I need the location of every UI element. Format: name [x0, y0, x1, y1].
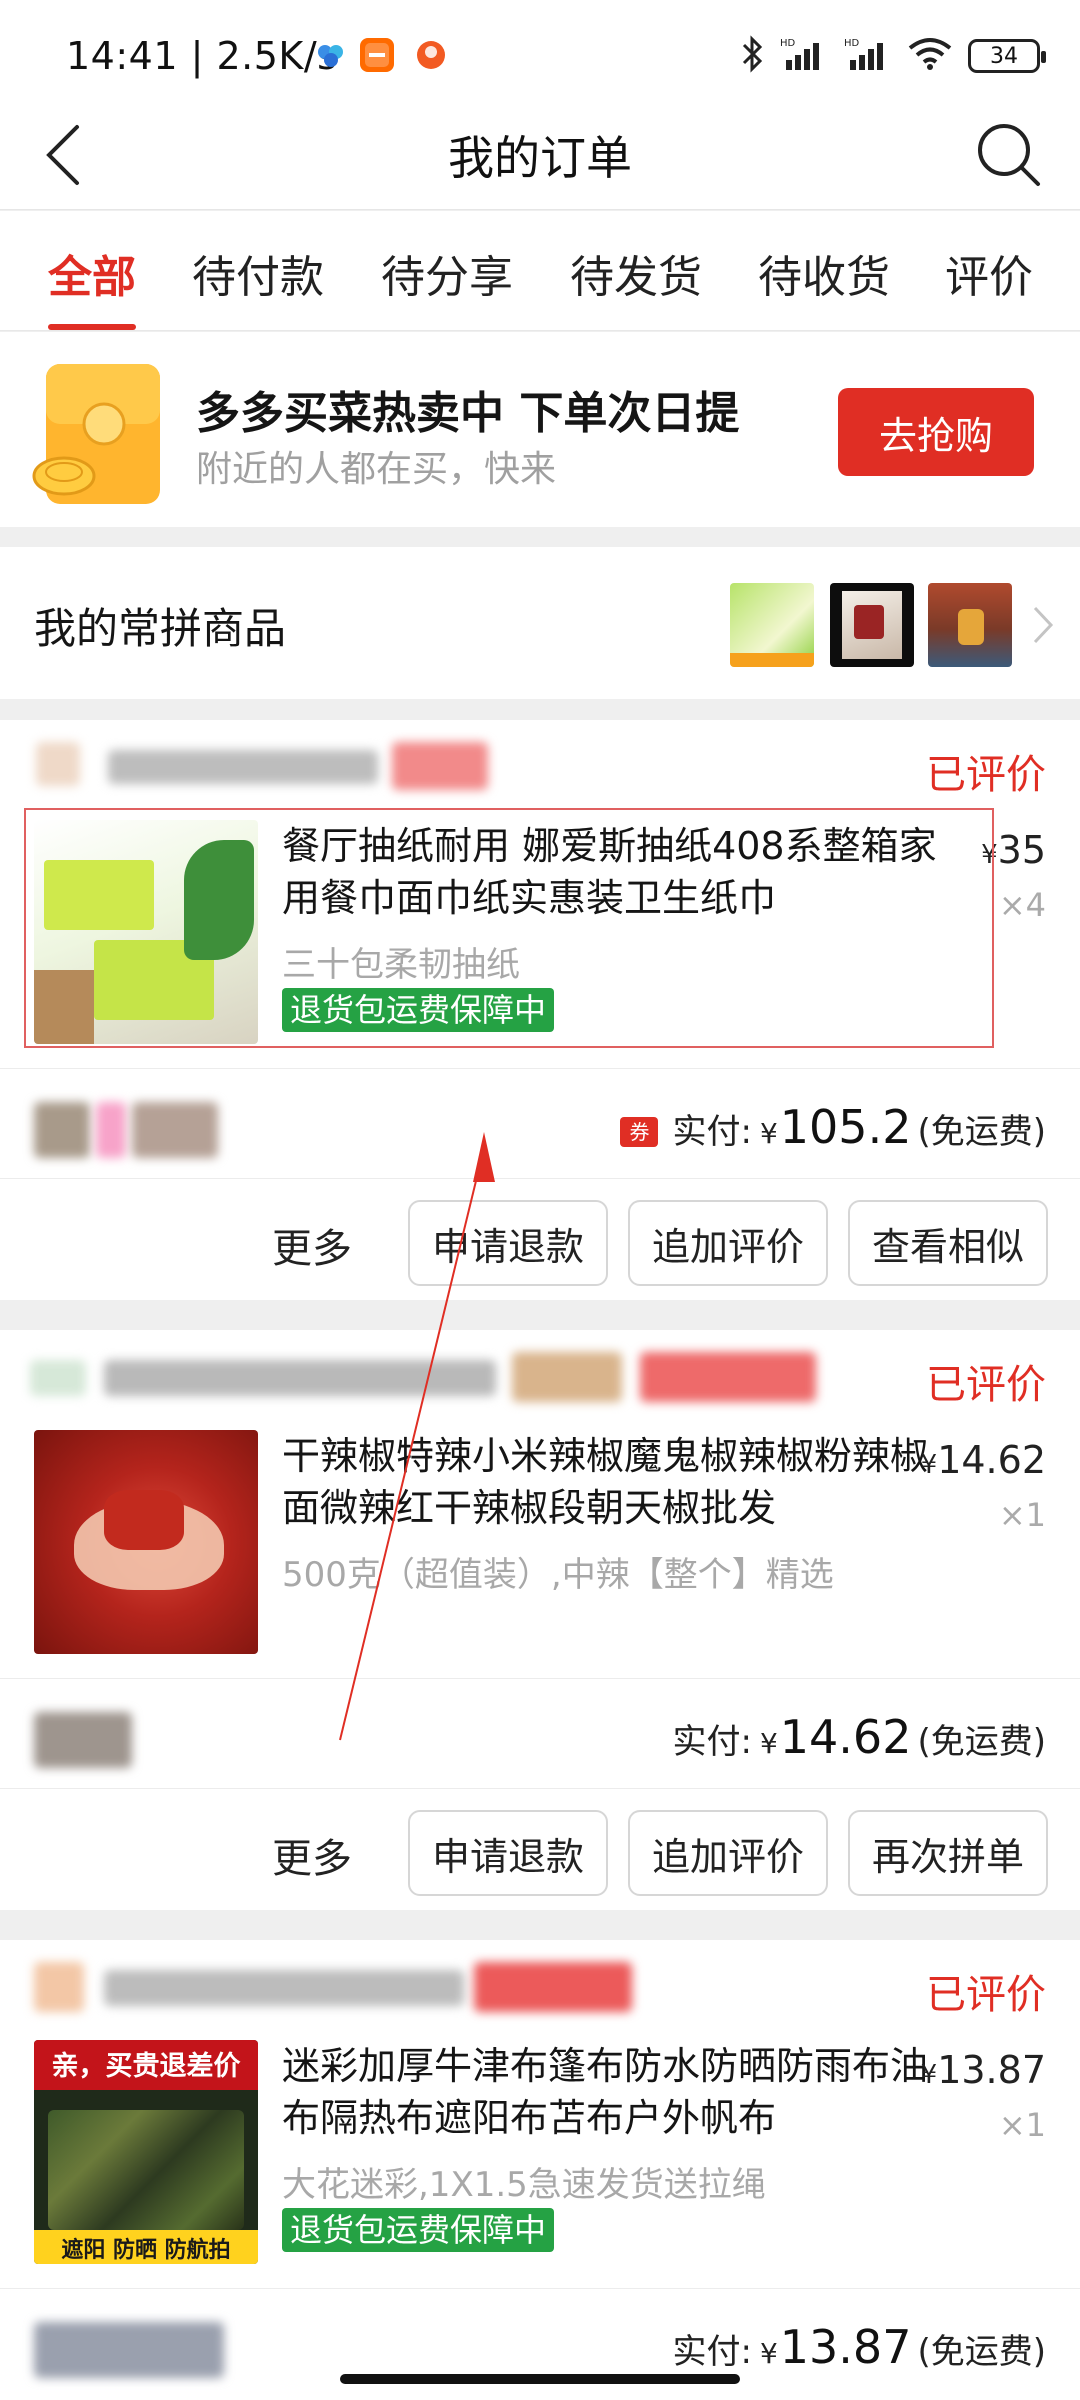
product-image[interactable] [34, 1430, 258, 1654]
active-tab-indicator [48, 324, 136, 330]
product-title[interactable]: 干辣椒特辣小米辣椒魔鬼椒辣椒粉辣椒面微辣红干辣椒段朝天椒批发 [282, 1430, 952, 1534]
more-actions-link[interactable]: 更多 [272, 1826, 352, 1884]
tab-pending-payment[interactable]: 待付款 [192, 241, 324, 305]
product-image-caption-bottom: 遮阳 防晒 防航拍 [61, 2238, 231, 2263]
divider [0, 1068, 1080, 1069]
product-image-caption-top: 亲，买贵退差价 [51, 2051, 241, 2082]
divider [0, 1788, 1080, 1789]
reorder-button[interactable]: 再次拼单 [848, 1810, 1048, 1896]
product-title[interactable]: 餐厅抽纸耐用 娜爱斯抽纸408系整箱家用餐巾面巾纸实惠装卫生纸巾 [282, 820, 952, 924]
divider [0, 2288, 1080, 2289]
grab-deal-button[interactable]: 去抢购 [838, 388, 1034, 476]
return-shipping-guarantee-badge: 退货包运费保障中 [282, 2208, 555, 2252]
order-card: 已评价 餐厅抽纸耐用 娜爱斯抽纸408系整箱家用餐巾面巾纸实惠装卫生纸巾 三十包… [0, 720, 1080, 1300]
shop-avatar [30, 1360, 86, 1396]
product-image[interactable] [34, 820, 258, 1044]
frequent-thumb-book[interactable] [830, 583, 914, 667]
status-bar: 14:41 | 2.5K/s HD HD 34 [0, 0, 1080, 100]
product-spec: 大花迷彩,1X1.5急速发货送拉绳 [282, 2165, 766, 2205]
shop-tag-redacted [512, 1352, 622, 1402]
coupon-tag: 券 [620, 1117, 659, 1147]
chevron-right-icon[interactable] [1032, 605, 1054, 649]
quantity: ×1 [998, 1496, 1046, 1534]
product-spec: 500克（超值装）,中辣【整个】精选 [282, 1555, 834, 1595]
member-avatars-redacted [34, 1712, 132, 1768]
shop-tag-redacted [474, 1962, 632, 2012]
header-bar: 我的订单 [0, 100, 1080, 210]
status-icons: HD HD 34 [740, 34, 1046, 78]
shop-name-redacted [104, 1970, 464, 2006]
shop-avatar [36, 742, 80, 786]
svg-text:HD: HD [844, 38, 860, 49]
cloud-app-icon [314, 38, 348, 72]
shop-row[interactable]: 已评价 [0, 1940, 1080, 2030]
shop-tag-redacted-2 [640, 1352, 816, 1402]
svg-text:HD: HD [780, 38, 796, 49]
promo-title: 多多买菜热卖中 下单次日提 [196, 388, 740, 439]
return-shipping-guarantee-badge: 退货包运费保障中 [282, 988, 555, 1032]
search-icon [978, 124, 1040, 186]
shop-row[interactable]: 已评价 [0, 720, 1080, 810]
signal-icon-2: HD [842, 36, 892, 76]
order-list-page: 14:41 | 2.5K/s HD HD 34 我的订单 全部 待付款 待分享 … [0, 0, 1080, 2400]
member-avatars-redacted-2 [96, 1102, 126, 1158]
quantity: ×4 [998, 886, 1046, 924]
frequent-items-row[interactable]: 我的常拼商品 [0, 547, 1080, 699]
shop-avatar [34, 1962, 84, 2012]
tab-pending-receipt[interactable]: 待收货 [758, 241, 890, 305]
promo-subtitle: 附近的人都在买，快来 [196, 449, 557, 490]
order-tabs: 全部 待付款 待分享 待发货 待收货 评价 [0, 211, 1080, 331]
quantity: ×1 [998, 2106, 1046, 2144]
actual-payment: 实付: ¥ 13.87 (免运费) [672, 2320, 1046, 2374]
order-card: 已评价 干辣椒特辣小米辣椒魔鬼椒辣椒粉辣椒面微辣红干辣椒段朝天椒批发 500克（… [0, 1330, 1080, 1910]
product-title[interactable]: 迷彩加厚牛津布篷布防水防晒防雨布油布隔热布遮阳布苫布户外帆布 [282, 2040, 952, 2144]
view-similar-button[interactable]: 查看相似 [848, 1200, 1048, 1286]
divider [0, 1678, 1080, 1679]
product-spec: 三十包柔韧抽纸 [282, 945, 520, 985]
member-avatars-redacted [34, 2322, 224, 2378]
battery-icon: 34 [968, 39, 1046, 73]
tab-all[interactable]: 全部 [48, 241, 136, 305]
unit-price: ¥35 [981, 828, 1046, 872]
product-image[interactable]: 亲，买贵退差价 遮阳 防晒 防航拍 [34, 2040, 258, 2264]
shop-name-redacted [108, 750, 378, 784]
tab-pending-shipment[interactable]: 待发货 [570, 241, 702, 305]
shop-tag-redacted [392, 742, 488, 790]
member-avatars-redacted [34, 1102, 90, 1158]
order-card: 已评价 亲，买贵退差价 遮阳 防晒 防航拍 迷彩加厚牛津布篷布防水防晒防雨布油布… [0, 1940, 1080, 2400]
frequent-thumb-tissue[interactable] [730, 583, 814, 667]
order-status: 已评价 [926, 1362, 1046, 1408]
add-review-button[interactable]: 追加评价 [628, 1810, 828, 1896]
shop-name-redacted [104, 1360, 496, 1396]
order-status: 已评价 [926, 752, 1046, 798]
order-status: 已评价 [926, 1972, 1046, 2018]
divider [0, 1178, 1080, 1179]
tab-pending-share[interactable]: 待分享 [381, 241, 513, 305]
frequent-thumb-person[interactable] [928, 583, 1012, 667]
frequent-items-label: 我的常拼商品 [34, 604, 287, 653]
bluetooth-icon [740, 35, 764, 77]
more-actions-link[interactable]: 更多 [272, 1216, 352, 1274]
tab-review[interactable]: 评价 [945, 241, 1033, 305]
unit-price: ¥13.87 [920, 2048, 1046, 2092]
taobao-app-icon [360, 38, 394, 72]
search-button[interactable] [970, 116, 1048, 194]
page-title: 我的订单 [448, 131, 632, 185]
request-refund-button[interactable]: 申请退款 [408, 1200, 608, 1286]
pinduoduo-app-icon [414, 38, 448, 72]
red-envelope-icon [28, 358, 168, 508]
grocery-promo-banner[interactable]: 多多买菜热卖中 下单次日提 附近的人都在买，快来 去抢购 [0, 332, 1080, 527]
unit-price: ¥14.62 [920, 1438, 1046, 1482]
actual-payment: 券 实付: ¥ 105.2 (免运费) [620, 1100, 1046, 1154]
signal-icon: HD [778, 36, 828, 76]
home-indicator[interactable] [340, 2374, 740, 2384]
status-time: 14:41 | 2.5K/s [66, 34, 338, 78]
add-review-button[interactable]: 追加评价 [628, 1200, 828, 1286]
member-avatars-redacted-3 [132, 1102, 218, 1158]
actual-payment: 实付: ¥ 14.62 (免运费) [672, 1710, 1046, 1764]
request-refund-button[interactable]: 申请退款 [408, 1810, 608, 1896]
shop-row[interactable]: 已评价 [0, 1330, 1080, 1420]
wifi-icon [906, 36, 954, 76]
